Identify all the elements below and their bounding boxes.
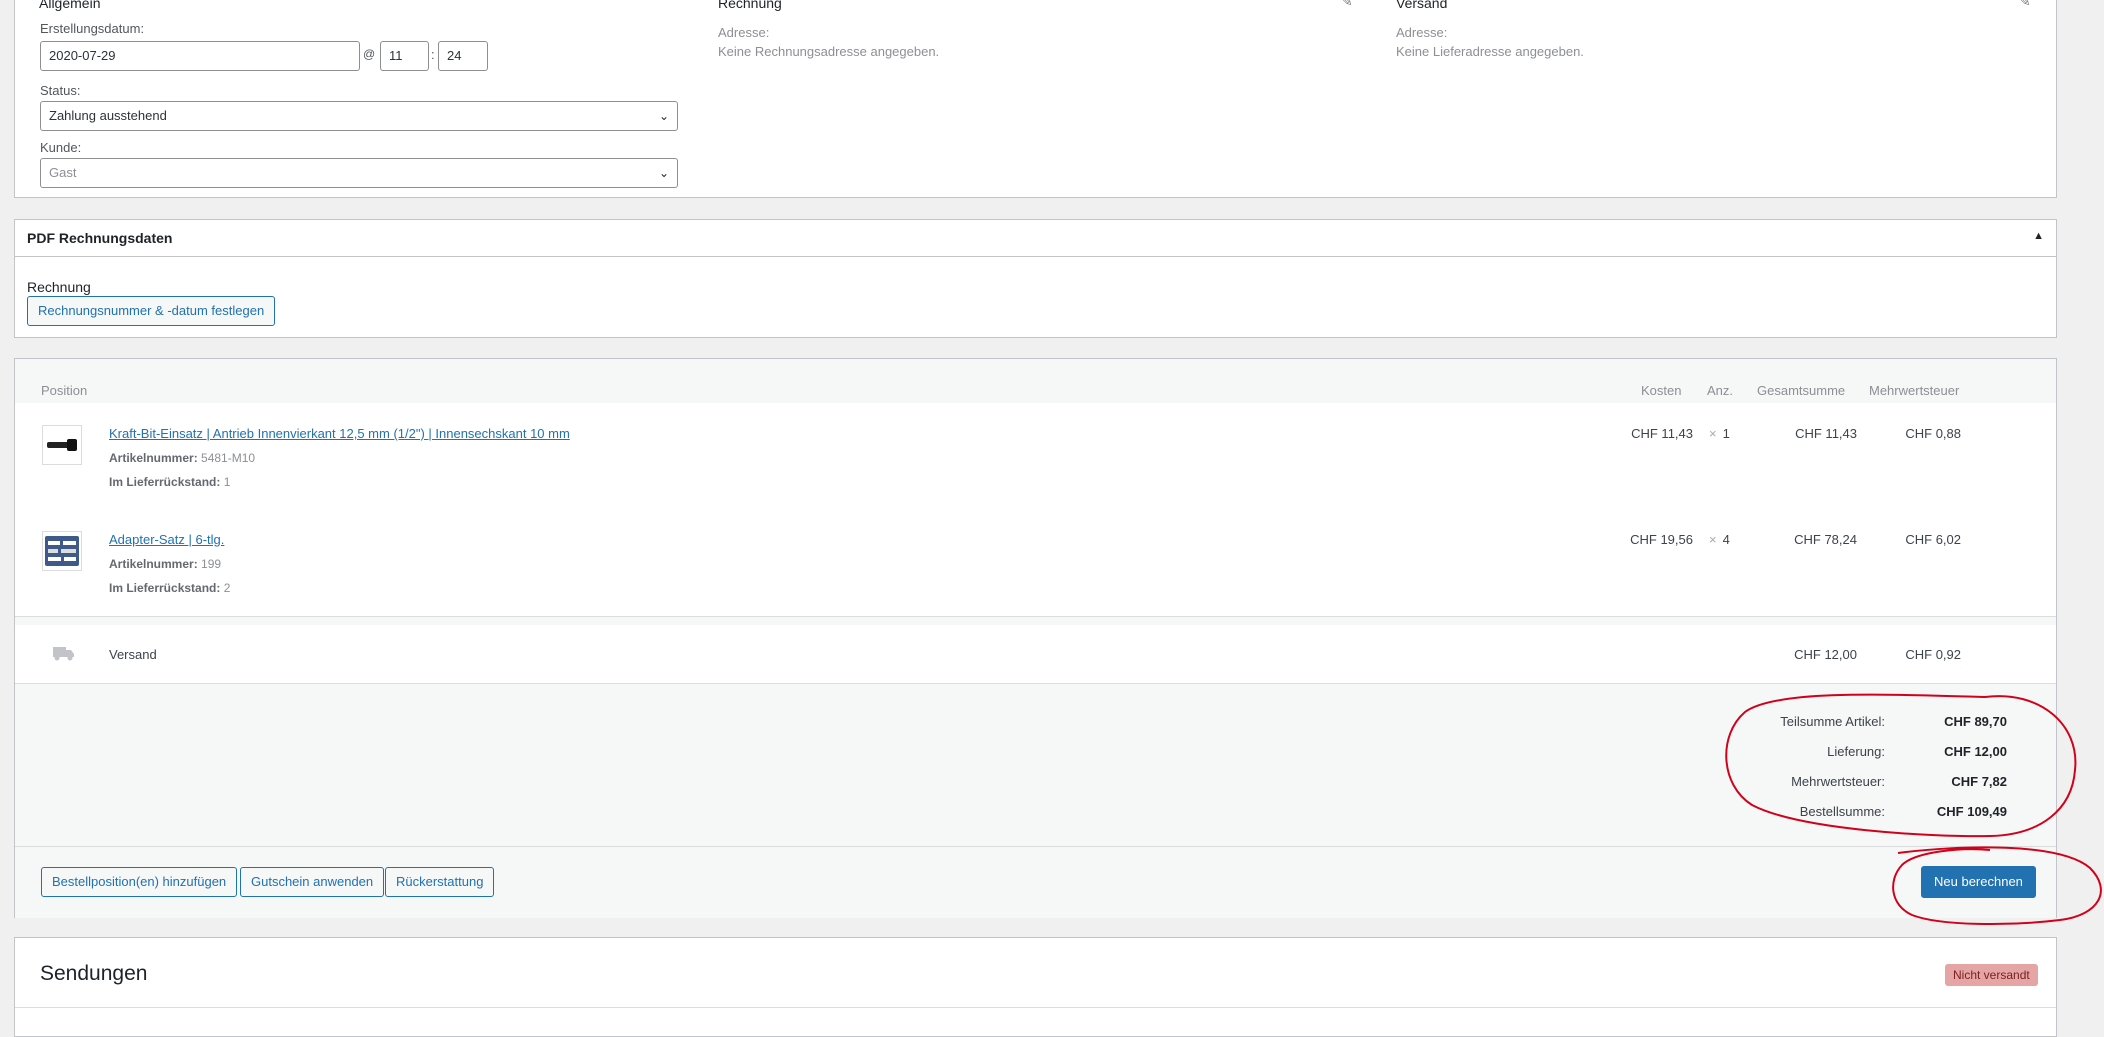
status-badge: Nicht versandt — [1945, 964, 2038, 986]
col-header-vat: Mehrwertsteuer — [1869, 383, 1960, 398]
item-qty: × 4 — [1709, 532, 1730, 547]
item-sku: Artikelnummer: 5481-M10 — [109, 451, 255, 465]
totals-label-subtotal: Teilsumme Artikel: — [1780, 714, 1885, 729]
billing-address-value: Keine Rechnungsadresse angegeben. — [718, 44, 940, 59]
item-qty: × 1 — [1709, 426, 1730, 441]
truck-icon — [53, 647, 74, 661]
apply-coupon-button[interactable]: Gutschein anwenden — [240, 867, 385, 897]
add-items-button[interactable]: Bestellposition(en) hinzufügen — [41, 867, 238, 897]
item-sku: Artikelnummer: 199 — [109, 557, 221, 571]
item-backorder: Im Lieferrückstand: 2 — [109, 581, 230, 595]
edit-pencil-icon[interactable]: ✎ — [1341, 0, 1353, 10]
created-date-label: Erstellungsdatum: — [40, 21, 145, 36]
sku-label: Artikelnummer: — [109, 451, 198, 465]
totals-value-shipping: CHF 12,00 — [1944, 744, 2007, 759]
col-header-qty: Anz. — [1707, 383, 1734, 398]
sku-label: Artikelnummer: — [109, 557, 198, 571]
col-header-position: Position — [41, 383, 88, 398]
shipments-title: Sendungen — [40, 962, 148, 985]
shipments-panel: Sendungen Nicht versandt — [14, 937, 2057, 1037]
status-select[interactable]: Zahlung ausstehend ⌄ — [40, 101, 678, 131]
product-thumbnail — [42, 425, 82, 465]
backorder-value: 2 — [223, 581, 231, 595]
sku-value: 5481-M10 — [201, 451, 256, 465]
recalculate-button[interactable]: Neu berechnen — [1921, 866, 2036, 898]
chevron-down-icon: ⌄ — [658, 109, 669, 123]
billing-title: Rechnung — [718, 0, 782, 11]
set-invoice-number-button[interactable]: Rechnungsnummer & -datum festlegen — [27, 296, 276, 326]
qty-multiplier: × — [1709, 532, 1717, 547]
qty-value: 1 — [1722, 426, 1730, 441]
totals-value-order-total: CHF 109,49 — [1936, 804, 2007, 819]
backorder-label: Im Lieferrückstand: — [109, 581, 221, 595]
created-date-input[interactable]: 2020-07-29 — [40, 41, 360, 71]
order-items-panel: Position Kosten Anz. Gesamtsumme Mehrwer… — [14, 358, 2057, 918]
shipping-address-label: Adresse: — [1396, 25, 1448, 40]
customer-label: Kunde: — [40, 140, 82, 155]
order-data-panel: Allgemein Erstellungsdatum: 2020-07-29 @… — [14, 0, 2057, 198]
item-cost: CHF 19,56 — [1630, 532, 1693, 547]
hour-input[interactable]: 11 — [380, 41, 429, 71]
chevron-down-icon: ⌄ — [658, 166, 669, 180]
backorder-value: 1 — [223, 475, 231, 489]
status-value: Zahlung ausstehend — [49, 108, 167, 123]
pdf-panel-header[interactable]: PDF Rechnungsdaten ▲ — [15, 220, 2056, 257]
adapter-set-icon — [45, 536, 79, 566]
edit-pencil-icon[interactable]: ✎ — [2019, 0, 2031, 10]
shipping-line: Versand CHF 12,00 CHF 0,92 — [15, 625, 2056, 684]
item-total: CHF 11,43 — [1795, 426, 1857, 441]
totals-label-shipping: Lieferung: — [1827, 744, 1885, 759]
col-header-total: Gesamtsumme — [1757, 383, 1846, 398]
totals-label-order-total: Bestellsumme: — [1799, 804, 1885, 819]
bit-socket-icon — [47, 439, 77, 451]
at-sign: @ — [363, 47, 376, 61]
item-backorder: Im Lieferrückstand: 1 — [109, 475, 230, 489]
pdf-invoice-panel: PDF Rechnungsdaten ▲ Rechnung Rechnungsn… — [14, 219, 2057, 338]
billing-address-label: Adresse: — [718, 25, 770, 40]
shipping-line-label: Versand — [109, 647, 157, 662]
item-vat: CHF 6,02 — [1905, 532, 1961, 547]
shipping-address-value: Keine Lieferadresse angegeben. — [1396, 44, 1584, 59]
general-title: Allgemein — [39, 0, 101, 11]
totals-label-vat: Mehrwertsteuer: — [1791, 774, 1885, 789]
shipping-title: Versand — [1396, 0, 1448, 11]
shipments-divider — [15, 1007, 2056, 1008]
item-cost: CHF 11,43 — [1631, 426, 1693, 441]
item-link[interactable]: Kraft-Bit-Einsatz | Antrieb Innenvierkan… — [109, 426, 570, 441]
status-label: Status: — [40, 83, 81, 98]
qty-multiplier: × — [1709, 426, 1717, 441]
collapse-arrow-icon[interactable]: ▲ — [2033, 230, 2044, 242]
refund-button[interactable]: Rückerstattung — [385, 867, 495, 897]
pdf-section-label: Rechnung — [27, 279, 91, 295]
item-total: CHF 78,24 — [1794, 532, 1857, 547]
backorder-label: Im Lieferrückstand: — [109, 475, 221, 489]
customer-value: Gast — [49, 165, 77, 180]
pdf-panel-title: PDF Rechnungsdaten — [27, 230, 173, 246]
time-separator: : — [431, 47, 435, 62]
totals-value-vat: CHF 7,82 — [1951, 774, 2007, 789]
col-header-cost: Kosten — [1641, 383, 1682, 398]
shipping-line-vat: CHF 0,92 — [1905, 647, 1961, 662]
minute-input[interactable]: 24 — [438, 41, 488, 71]
shipping-line-total: CHF 12,00 — [1794, 647, 1857, 662]
item-link[interactable]: Adapter-Satz | 6-tlg. — [109, 532, 224, 547]
totals-value-subtotal: CHF 89,70 — [1944, 714, 2007, 729]
customer-select[interactable]: Gast ⌄ — [40, 158, 678, 188]
qty-value: 4 — [1722, 532, 1730, 547]
product-thumbnail — [42, 531, 82, 571]
item-vat: CHF 0,88 — [1905, 426, 1961, 441]
sku-value: 199 — [201, 557, 222, 571]
